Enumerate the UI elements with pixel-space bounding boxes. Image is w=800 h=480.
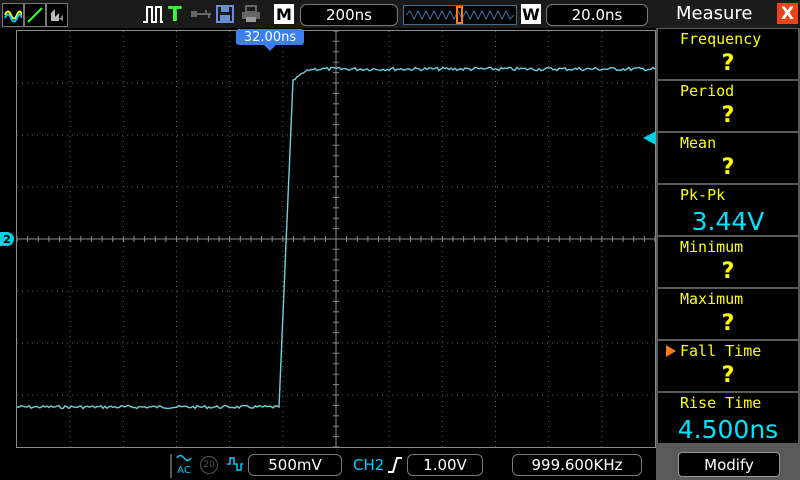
measure-item[interactable]: Rise Time 4.500ns <box>658 393 798 444</box>
measure-value: ? <box>721 103 735 128</box>
trigger-level-display[interactable]: 1.00V <box>407 454 483 476</box>
memory-button[interactable]: M <box>274 4 294 24</box>
ac-coupling-icon: AC <box>176 453 192 477</box>
waveform-position-bar[interactable] <box>403 5 517 25</box>
trigger-level-marker[interactable] <box>643 131 656 145</box>
measure-value: 4.500ns <box>677 415 779 444</box>
measure-label: Minimum <box>680 238 744 256</box>
window-timebase-display[interactable]: 20.0ns <box>546 4 648 26</box>
timebase-display[interactable]: 200ns <box>300 4 398 26</box>
line-draw-icon[interactable] <box>24 3 46 27</box>
frequency-counter-display: 999.600KHz <box>512 454 642 476</box>
measure-item[interactable]: Fall Time? <box>658 341 798 391</box>
measure-label: Frequency <box>680 30 762 48</box>
measure-item[interactable]: Pk-Pk 3.44V <box>658 185 798 236</box>
measure-label: Fall Time <box>680 342 762 360</box>
top-toolbar: T M 200ns W 20.0ns <box>0 0 656 28</box>
bottom-separator <box>170 454 172 478</box>
waveform-display-icon[interactable] <box>2 3 24 27</box>
time-position-marker[interactable]: 32.00ns <box>236 29 304 45</box>
measure-value: ? <box>721 259 735 284</box>
close-button[interactable]: X <box>777 3 798 24</box>
modify-button[interactable]: Modify <box>678 452 780 477</box>
measure-label: Period <box>680 82 735 100</box>
measure-item[interactable]: Minimum? <box>658 237 798 287</box>
trigger-source-label: CH2 <box>353 456 385 474</box>
trigger-mode-indicator: T <box>168 2 182 26</box>
close-icon: X <box>780 3 795 24</box>
time-marker-pointer <box>263 44 277 51</box>
position-indicator-graphic <box>405 6 515 24</box>
modify-label: Modify <box>704 455 754 474</box>
persist-icon[interactable] <box>46 3 68 27</box>
rising-edge-icon <box>387 455 403 479</box>
measure-item[interactable]: Frequency? <box>658 29 798 79</box>
time-position-label: 32.00ns <box>243 29 297 45</box>
print-icon[interactable] <box>240 3 262 25</box>
measure-value: ? <box>721 363 735 388</box>
save-icon[interactable] <box>215 3 235 25</box>
channel-ground-marker[interactable]: 2 <box>0 232 14 246</box>
measure-panel-header: Measure X <box>656 0 800 28</box>
measure-item[interactable]: Mean? <box>658 133 798 183</box>
measure-value: ? <box>721 51 735 76</box>
volts-per-div-display[interactable]: 500mV <box>248 454 342 476</box>
bottom-status-bar: AC 20 500mV CH2 1.00V 999.600KHz <box>0 450 656 480</box>
channel-invert-icon <box>226 456 244 476</box>
measure-title: Measure <box>676 3 753 24</box>
measure-item[interactable]: Period? <box>658 81 798 131</box>
measure-label: Rise Time <box>680 394 762 412</box>
measure-value: 3.44V <box>691 207 765 236</box>
measure-value: ? <box>721 155 735 180</box>
measure-label: Pk-Pk <box>680 186 726 204</box>
bandwidth-limit-icon: 20 <box>200 456 218 474</box>
measure-item[interactable]: Maximum? <box>658 289 798 339</box>
waveform-screen[interactable] <box>16 30 656 448</box>
measure-label: Maximum <box>680 290 744 308</box>
usb-key-icon <box>190 3 212 25</box>
graticule <box>16 30 656 448</box>
window-button[interactable]: W <box>521 4 541 24</box>
measure-label: Mean <box>680 134 717 152</box>
pulse-trigger-icon[interactable] <box>142 3 164 25</box>
coupling-label: AC <box>177 465 191 476</box>
bandwidth-limit-label: 20 <box>203 460 215 470</box>
measure-panel: Measure X Frequency? Period? Mean? Pk-Pk 3.4… <box>656 0 800 480</box>
channel-number: 2 <box>3 232 11 246</box>
selected-arrow-icon <box>666 345 676 357</box>
measure-value: ? <box>721 311 735 336</box>
